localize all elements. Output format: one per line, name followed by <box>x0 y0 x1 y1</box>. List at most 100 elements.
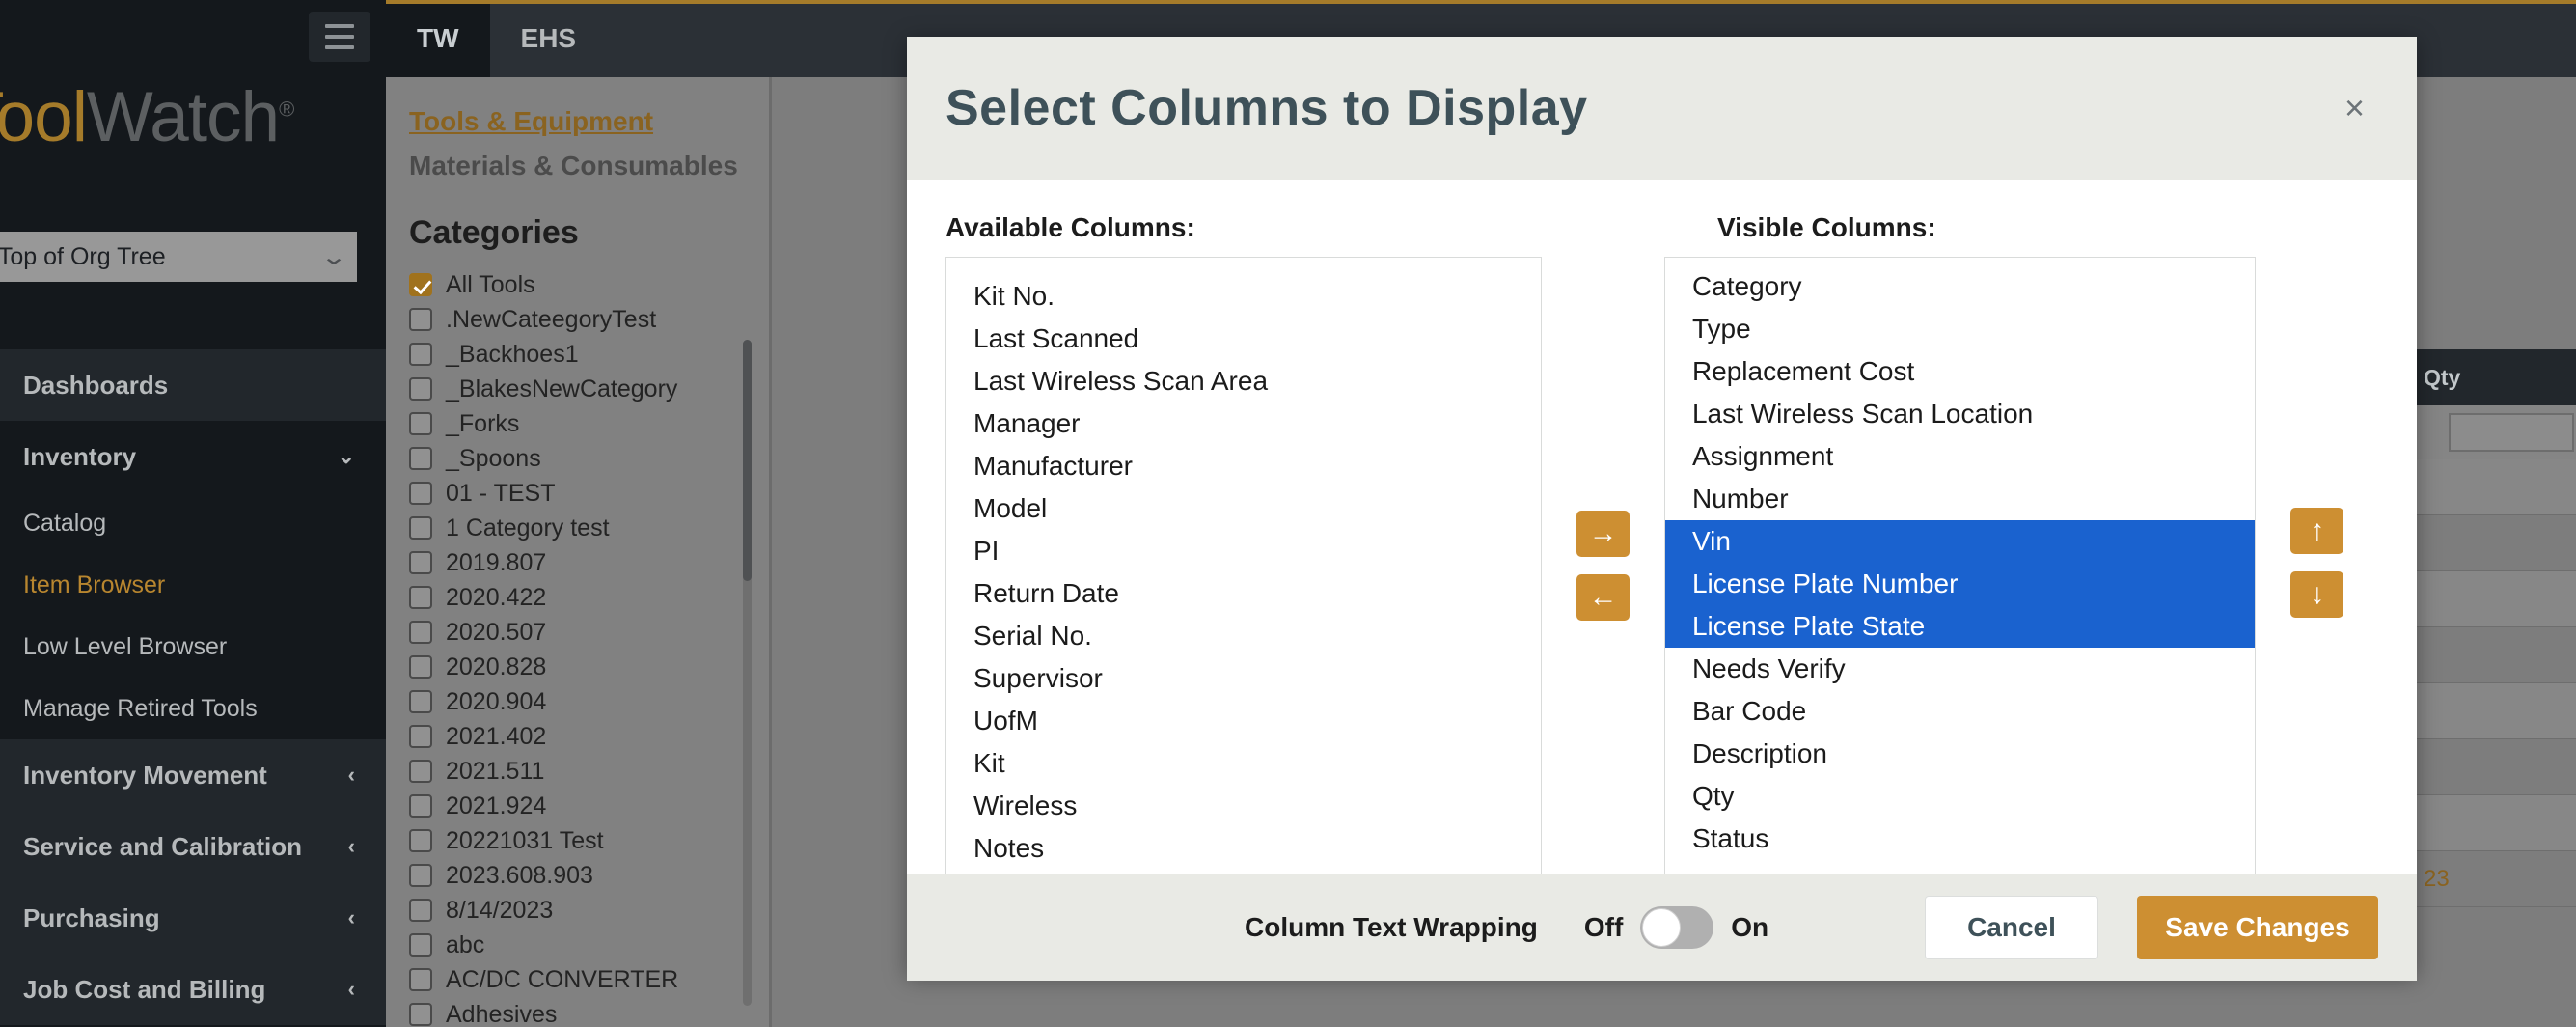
category-row[interactable]: 20221031 Test <box>409 823 769 858</box>
category-row[interactable]: Adhesives <box>409 997 769 1027</box>
category-row[interactable]: 2021.511 <box>409 754 769 789</box>
sidebar-item-inventory-movement[interactable]: Inventory Movement ‹ <box>0 739 386 811</box>
close-icon[interactable]: × <box>2331 83 2378 133</box>
category-row[interactable]: All Tools <box>409 267 769 302</box>
tab-ehs[interactable]: EHS <box>490 0 608 77</box>
list-item[interactable]: PI <box>946 530 1541 572</box>
sidebar-item-catalog[interactable]: Catalog <box>0 492 386 554</box>
sidebar-item-item-browser[interactable]: Item Browser <box>0 554 386 616</box>
checkbox-icon[interactable] <box>409 621 432 644</box>
list-item[interactable]: Last Wireless Scan Area <box>946 360 1541 402</box>
category-row[interactable]: 01 - TEST <box>409 476 769 511</box>
checkbox-icon[interactable] <box>409 447 432 470</box>
checkbox-icon[interactable] <box>409 690 432 713</box>
tab-tw[interactable]: TW <box>386 0 490 77</box>
sidebar-item-service-and-calibration[interactable]: Service and Calibration ‹ <box>0 811 386 882</box>
column-header-qty[interactable]: Qty <box>2402 365 2576 391</box>
list-item[interactable]: Kit <box>946 742 1541 785</box>
move-right-button[interactable]: → <box>1576 511 1631 557</box>
checkbox-icon[interactable] <box>409 725 432 748</box>
checkbox-icon[interactable] <box>409 586 432 609</box>
checkbox-icon[interactable] <box>409 968 432 991</box>
checkbox-icon[interactable] <box>409 655 432 679</box>
list-item[interactable]: Kit No. <box>946 275 1541 318</box>
checkbox-icon[interactable] <box>409 516 432 540</box>
list-item[interactable]: Model <box>946 487 1541 530</box>
checkbox-icon[interactable] <box>409 273 432 296</box>
checkbox-icon[interactable] <box>409 1003 432 1026</box>
sidebar-item-job-cost-and-billing[interactable]: Job Cost and Billing ‹ <box>0 954 386 1025</box>
list-item[interactable]: Category <box>1665 265 2255 308</box>
hamburger-menu-icon[interactable] <box>309 12 370 62</box>
checkbox-icon[interactable] <box>409 308 432 331</box>
tools-equipment-link[interactable]: Tools & Equipment <box>409 106 769 137</box>
list-item[interactable]: Status <box>1665 818 2255 860</box>
list-item[interactable]: Wireless <box>946 785 1541 827</box>
list-item[interactable]: Manager <box>946 402 1541 445</box>
list-item[interactable]: Description <box>1665 733 2255 775</box>
list-item[interactable]: Notes <box>946 827 1541 870</box>
list-item[interactable]: Manufacturer <box>946 445 1541 487</box>
list-item[interactable]: Replacement Cost <box>1665 350 2255 393</box>
move-up-button[interactable]: ↑ <box>2290 508 2344 554</box>
checkbox-icon[interactable] <box>409 760 432 783</box>
category-row[interactable]: 2020.507 <box>409 615 769 650</box>
checkbox-icon[interactable] <box>409 551 432 574</box>
list-item-selected[interactable]: License Plate State <box>1664 605 2256 648</box>
category-scrollbar[interactable] <box>743 340 752 1006</box>
sidebar-item-purchasing[interactable]: Purchasing ‹ <box>0 882 386 954</box>
visible-columns-list[interactable]: Category Type Replacement Cost Last Wire… <box>1663 257 2257 874</box>
list-item[interactable]: Needs Verify <box>1665 648 2255 690</box>
category-row[interactable]: _Spoons <box>409 441 769 476</box>
list-item[interactable]: Qty <box>1665 775 2255 818</box>
category-row[interactable]: 1 Category test <box>409 511 769 545</box>
move-left-button[interactable]: ← <box>1576 574 1631 621</box>
checkbox-icon[interactable] <box>409 377 432 401</box>
category-row[interactable]: 2021.924 <box>409 789 769 823</box>
category-row[interactable]: .NewCateegoryTest <box>409 302 769 337</box>
category-row[interactable]: _Backhoes1 <box>409 337 769 372</box>
checkbox-icon[interactable] <box>409 899 432 922</box>
sidebar-item-inventory[interactable]: Inventory ⌄ <box>0 421 386 492</box>
category-row[interactable]: 2020.828 <box>409 650 769 684</box>
category-row[interactable]: 8/14/2023 <box>409 893 769 928</box>
list-item[interactable]: Serial No. <box>946 615 1541 657</box>
sidebar-item-low-level-browser[interactable]: Low Level Browser <box>0 616 386 678</box>
list-item-partial[interactable] <box>946 265 1541 275</box>
category-row[interactable]: 2020.904 <box>409 684 769 719</box>
sidebar-item-dashboards[interactable]: Dashboards <box>0 349 386 421</box>
category-row[interactable]: 2023.608.903 <box>409 858 769 893</box>
list-item[interactable]: Last Wireless Scan Location <box>1665 393 2255 435</box>
filter-input-qty[interactable] <box>2449 413 2574 452</box>
list-item[interactable]: Supervisor <box>946 657 1541 700</box>
cancel-button[interactable]: Cancel <box>1925 896 2098 959</box>
available-columns-list[interactable]: Kit No. Last Scanned Last Wireless Scan … <box>945 257 1543 874</box>
sidebar-item-manage-retired-tools[interactable]: Manage Retired Tools <box>0 678 386 739</box>
category-row[interactable]: 2021.402 <box>409 719 769 754</box>
checkbox-icon[interactable] <box>409 829 432 852</box>
list-item[interactable]: UofM <box>946 700 1541 742</box>
checkbox-icon[interactable] <box>409 794 432 818</box>
list-item[interactable]: Return Date <box>946 572 1541 615</box>
checkbox-icon[interactable] <box>409 933 432 957</box>
category-row[interactable]: 2020.422 <box>409 580 769 615</box>
list-item[interactable]: Number <box>1665 478 2255 520</box>
org-tree-selector[interactable]: _Top of Org Tree ⌄ <box>0 232 357 282</box>
column-text-wrapping-toggle[interactable] <box>1640 906 1714 949</box>
materials-consumables-link[interactable]: Materials & Consumables <box>409 151 769 181</box>
list-item[interactable]: Type <box>1665 308 2255 350</box>
checkbox-icon[interactable] <box>409 412 432 435</box>
checkbox-icon[interactable] <box>409 864 432 887</box>
category-row[interactable]: _Forks <box>409 406 769 441</box>
move-down-button[interactable]: ↓ <box>2290 571 2344 618</box>
list-item[interactable]: Assignment <box>1665 435 2255 478</box>
list-item[interactable]: Last Scanned <box>946 318 1541 360</box>
scrollbar-thumb[interactable] <box>743 340 752 581</box>
category-row[interactable]: abc <box>409 928 769 962</box>
category-row[interactable]: 2019.807 <box>409 545 769 580</box>
save-changes-button[interactable]: Save Changes <box>2137 896 2378 959</box>
category-row[interactable]: _BlakesNewCategory <box>409 372 769 406</box>
checkbox-icon[interactable] <box>409 343 432 366</box>
category-row[interactable]: AC/DC CONVERTER <box>409 962 769 997</box>
list-item[interactable]: Bar Code <box>1665 690 2255 733</box>
